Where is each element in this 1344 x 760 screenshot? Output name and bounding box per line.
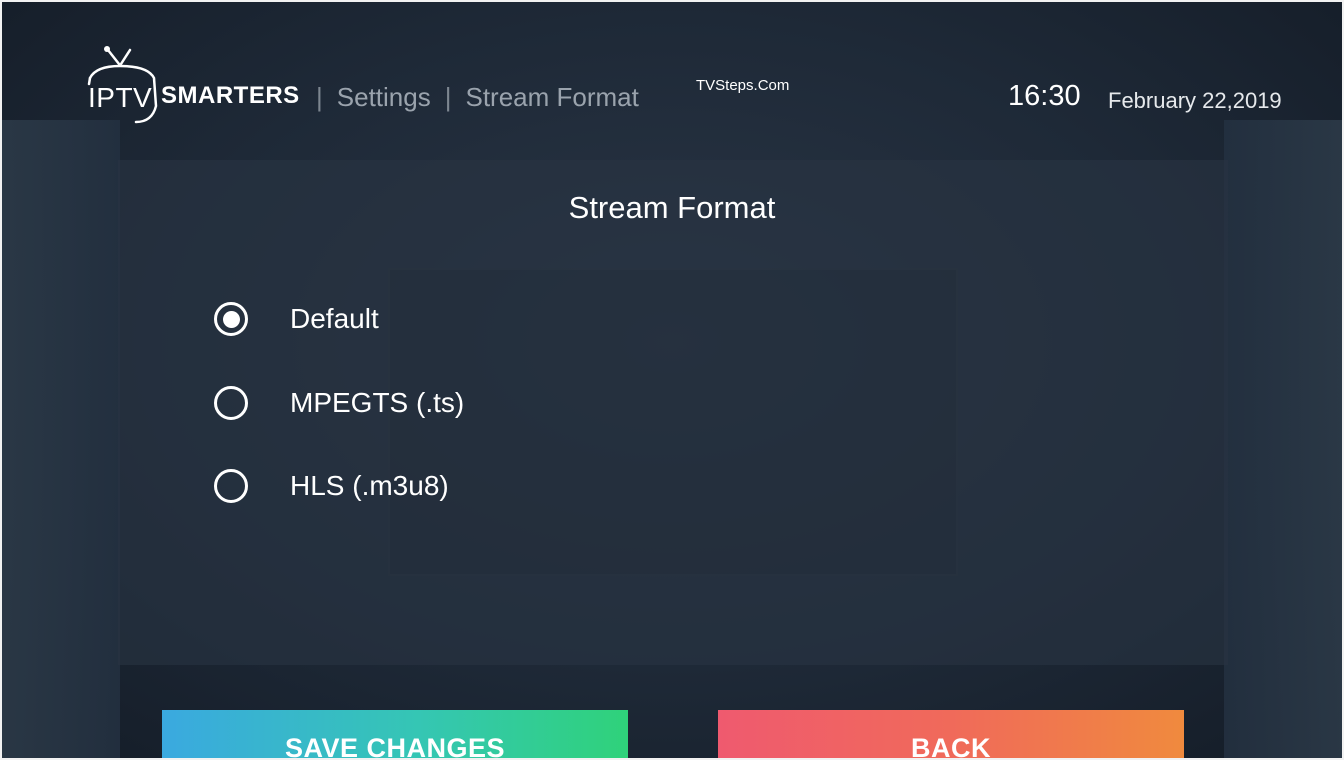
option-label: Default: [290, 303, 379, 334]
radio-unchecked-icon[interactable]: [214, 469, 248, 503]
header: IPTV SMARTERS | Settings | Stream Format…: [0, 0, 1344, 150]
radio-checked-icon[interactable]: [214, 302, 248, 336]
option-label: MPEGTS (.ts): [290, 387, 465, 418]
panel-title: Stream Format: [568, 190, 776, 225]
back-button[interactable]: BACK: [718, 710, 1184, 760]
radio-unchecked-icon[interactable]: [214, 386, 248, 420]
breadcrumb-stream-format: Stream Format: [465, 82, 639, 112]
breadcrumb: | Settings | Stream Format: [316, 82, 639, 113]
iptv-smarters-logo: IPTV SMARTERS: [86, 44, 306, 128]
option-hls[interactable]: HLS (.m3u8): [214, 466, 449, 506]
option-default[interactable]: Default: [214, 299, 379, 339]
logo-iptv-text: IPTV: [88, 82, 153, 113]
watermark: TVSteps.Com: [696, 77, 790, 94]
option-mpegts[interactable]: MPEGTS (.ts): [214, 383, 464, 423]
logo-smarters-text: SMARTERS: [161, 82, 300, 109]
breadcrumb-separator: |: [316, 82, 323, 112]
save-changes-button[interactable]: SAVE CHANGES: [162, 710, 628, 760]
clock-time: 16:30: [1008, 80, 1081, 112]
breadcrumb-settings[interactable]: Settings: [337, 82, 431, 113]
clock-date: February 22,2019: [1108, 88, 1282, 113]
breadcrumb-separator: |: [444, 82, 452, 112]
option-label: HLS (.m3u8): [290, 470, 449, 501]
